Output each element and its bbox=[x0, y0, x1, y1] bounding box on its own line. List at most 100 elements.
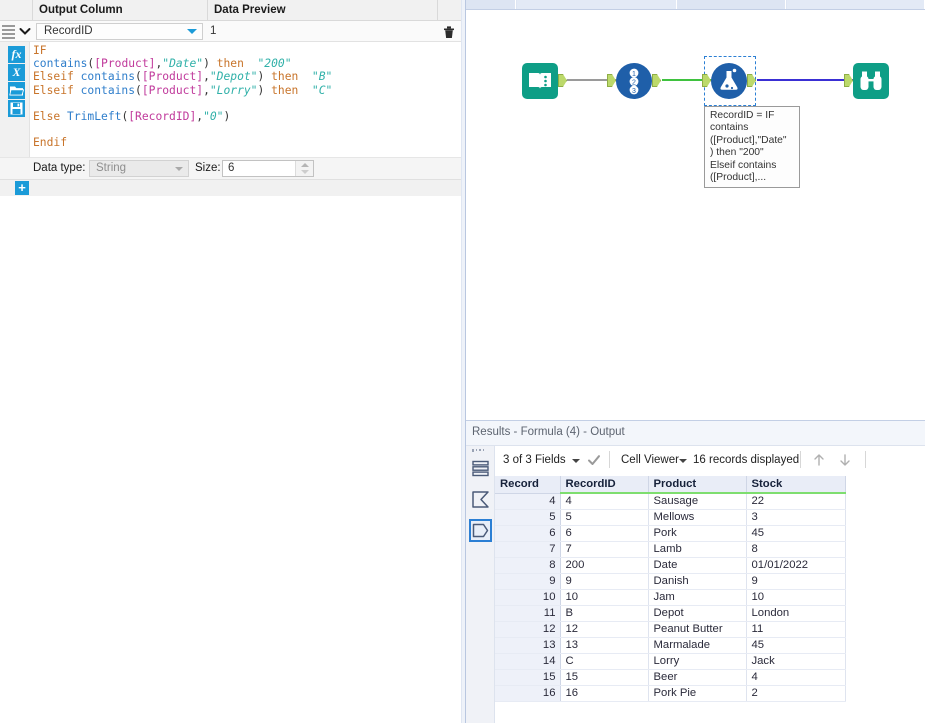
table-row[interactable]: 11BDepotLondon bbox=[495, 605, 845, 621]
table-cell[interactable]: 4 bbox=[746, 669, 845, 685]
formula-expression-editor[interactable]: IFcontains([Product],"Date") then "200"E… bbox=[31, 42, 461, 157]
fields-chevron-down-icon[interactable] bbox=[572, 459, 580, 463]
table-cell[interactable]: Danish bbox=[648, 573, 746, 589]
arrow-down-icon[interactable] bbox=[838, 452, 852, 468]
table-cell[interactable]: 11 bbox=[746, 621, 845, 637]
cell-viewer-label[interactable]: Cell Viewer bbox=[621, 454, 679, 466]
stepper-up-icon[interactable] bbox=[301, 163, 309, 167]
table-cell[interactable]: Pork Pie bbox=[648, 685, 746, 701]
table-cell[interactable]: 45 bbox=[746, 637, 845, 653]
record-id-tool[interactable]: 1 2 3 bbox=[616, 63, 652, 99]
table-cell[interactable]: Depot bbox=[648, 605, 746, 621]
table-cell[interactable]: 22 bbox=[746, 493, 845, 509]
cell-record-number[interactable]: 15 bbox=[495, 669, 560, 685]
table-row[interactable]: 44Sausage22 bbox=[495, 493, 845, 509]
table-cell[interactable]: 13 bbox=[560, 637, 648, 653]
table-cell[interactable]: 7 bbox=[560, 541, 648, 557]
column-header-stock[interactable]: Stock bbox=[746, 476, 845, 493]
workflow-canvas[interactable]: 1 2 3 RecordID = IF contains ([Produc bbox=[466, 10, 925, 420]
variables-icon[interactable]: X bbox=[8, 64, 25, 81]
table-cell[interactable]: London bbox=[746, 605, 845, 621]
table-cell[interactable]: 9 bbox=[746, 573, 845, 589]
cell-record-number[interactable]: 4 bbox=[495, 493, 560, 509]
table-cell[interactable]: Jack bbox=[746, 653, 845, 669]
table-cell[interactable]: 12 bbox=[560, 621, 648, 637]
column-header-recordid[interactable]: RecordID bbox=[560, 476, 648, 493]
table-cell[interactable]: Beer bbox=[648, 669, 746, 685]
cell-record-number[interactable]: 5 bbox=[495, 509, 560, 525]
size-stepper[interactable] bbox=[295, 161, 313, 176]
size-input[interactable]: 6 bbox=[222, 160, 314, 177]
column-header-product[interactable]: Product bbox=[648, 476, 746, 493]
stepper-down-icon[interactable] bbox=[301, 170, 309, 174]
table-cell[interactable]: Marmalade bbox=[648, 637, 746, 653]
table-row[interactable]: 66Pork45 bbox=[495, 525, 845, 541]
cell-record-number[interactable]: 10 bbox=[495, 589, 560, 605]
table-cell[interactable]: 10 bbox=[560, 589, 648, 605]
formula-tool[interactable] bbox=[711, 63, 747, 99]
cell-record-number[interactable]: 12 bbox=[495, 621, 560, 637]
fields-count-label[interactable]: 3 of 3 Fields bbox=[503, 454, 566, 466]
table-row[interactable]: 55Mellows3 bbox=[495, 509, 845, 525]
table-cell[interactable]: Lamb bbox=[648, 541, 746, 557]
input-port[interactable] bbox=[607, 74, 616, 87]
browse-tool[interactable] bbox=[853, 63, 889, 99]
table-cell[interactable]: Mellows bbox=[648, 509, 746, 525]
input-data-tool[interactable] bbox=[522, 63, 558, 99]
table-cell[interactable]: 200 bbox=[560, 557, 648, 573]
table-cell[interactable]: 01/01/2022 bbox=[746, 557, 845, 573]
save-icon[interactable] bbox=[8, 100, 25, 117]
cell-record-number[interactable]: 7 bbox=[495, 541, 560, 557]
viewer-chevron-down-icon[interactable] bbox=[679, 459, 687, 463]
table-cell[interactable]: 45 bbox=[746, 525, 845, 541]
cell-record-number[interactable]: 9 bbox=[495, 573, 560, 589]
table-cell[interactable]: 4 bbox=[560, 493, 648, 509]
functions-icon[interactable]: fx bbox=[8, 46, 25, 63]
table-row[interactable]: 1010Jam10 bbox=[495, 589, 845, 605]
grip-handle-icon[interactable] bbox=[2, 25, 15, 38]
table-row[interactable]: 99Danish9 bbox=[495, 573, 845, 589]
table-cell[interactable]: 9 bbox=[560, 573, 648, 589]
checkmark-icon[interactable] bbox=[587, 453, 601, 467]
table-row[interactable]: 8200Date01/01/2022 bbox=[495, 557, 845, 573]
records-icon[interactable] bbox=[469, 519, 492, 542]
table-cell[interactable]: B bbox=[560, 605, 648, 621]
column-header-record[interactable]: Record bbox=[495, 476, 560, 493]
output-port[interactable] bbox=[652, 74, 661, 87]
table-cell[interactable]: Jam bbox=[648, 589, 746, 605]
output-port[interactable] bbox=[558, 74, 567, 87]
cell-record-number[interactable]: 13 bbox=[495, 637, 560, 653]
table-cell[interactable]: Date bbox=[648, 557, 746, 573]
table-row[interactable]: 77Lamb8 bbox=[495, 541, 845, 557]
table-row[interactable]: 1212Peanut Butter11 bbox=[495, 621, 845, 637]
table-cell[interactable]: Lorry bbox=[648, 653, 746, 669]
cell-record-number[interactable]: 11 bbox=[495, 605, 560, 621]
table-cell[interactable]: Peanut Butter bbox=[648, 621, 746, 637]
table-cell[interactable]: Sausage bbox=[648, 493, 746, 509]
table-cell[interactable]: 5 bbox=[560, 509, 648, 525]
table-cell[interactable]: Pork bbox=[648, 525, 746, 541]
table-cell[interactable]: 3 bbox=[746, 509, 845, 525]
layers-icon[interactable] bbox=[469, 457, 492, 480]
table-cell[interactable]: 10 bbox=[746, 589, 845, 605]
table-cell[interactable]: 15 bbox=[560, 669, 648, 685]
table-cell[interactable]: 2 bbox=[746, 685, 845, 701]
data-type-select[interactable]: String bbox=[89, 160, 189, 177]
table-row[interactable]: 14CLorryJack bbox=[495, 653, 845, 669]
table-cell[interactable]: C bbox=[560, 653, 648, 669]
cell-record-number[interactable]: 14 bbox=[495, 653, 560, 669]
chevron-down-icon[interactable] bbox=[17, 23, 33, 40]
table-cell[interactable]: 8 bbox=[746, 541, 845, 557]
table-row[interactable]: 1616Pork Pie2 bbox=[495, 685, 845, 701]
table-cell[interactable]: 16 bbox=[560, 685, 648, 701]
arrow-up-icon[interactable] bbox=[812, 452, 826, 468]
add-output-column-button[interactable]: + bbox=[15, 181, 29, 195]
output-column-select[interactable]: RecordID bbox=[36, 23, 203, 40]
summary-sigma-icon[interactable] bbox=[469, 488, 492, 511]
cell-record-number[interactable]: 16 bbox=[495, 685, 560, 701]
table-cell[interactable]: 6 bbox=[560, 525, 648, 541]
trash-icon[interactable] bbox=[441, 24, 457, 40]
results-grid-wrapper[interactable]: Record RecordID Product Stock 44Sausage2… bbox=[495, 476, 925, 723]
cell-record-number[interactable]: 6 bbox=[495, 525, 560, 541]
rail-grip-icon[interactable] bbox=[472, 449, 489, 453]
